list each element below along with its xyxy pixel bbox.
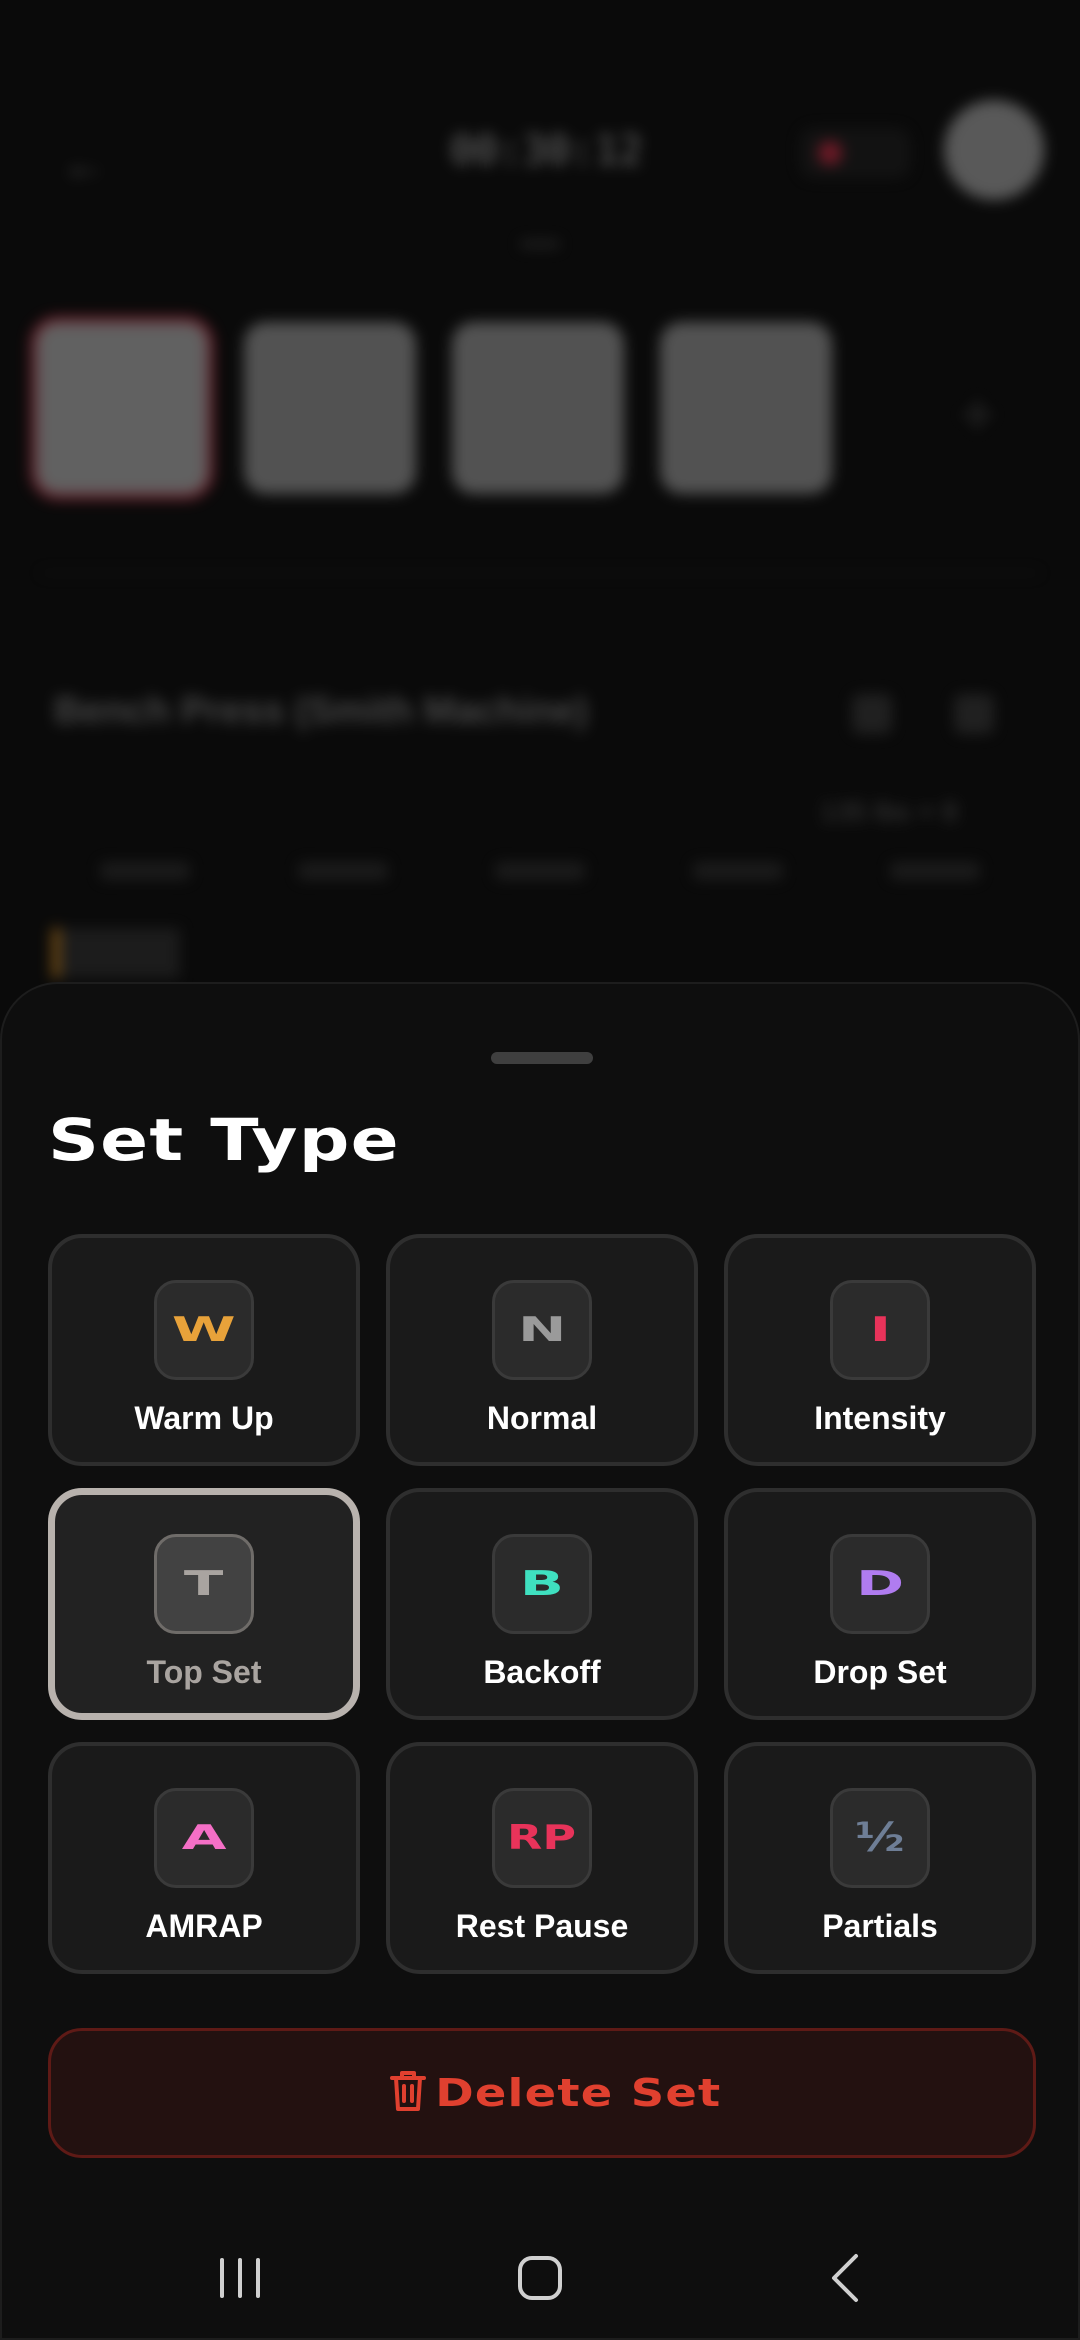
set-type-backoff[interactable]: B Backoff: [386, 1488, 698, 1720]
set-type-warm-up[interactable]: W Warm Up: [48, 1234, 360, 1466]
set-type-normal[interactable]: N Normal: [386, 1234, 698, 1466]
intensity-icon: I: [830, 1280, 930, 1380]
page-indicator: [520, 240, 560, 248]
trash-icon: [389, 2069, 427, 2118]
exercise-title: Bench Press (Smith Machine): [54, 690, 589, 732]
delete-set-label: Delete Set: [434, 2071, 722, 2115]
set-type-label: Normal: [486, 1400, 598, 1436]
exercise-thumbnail: [660, 322, 832, 494]
amrap-icon: A: [154, 1788, 254, 1888]
back-arrow-icon: ←: [62, 140, 106, 189]
recording-badge: [800, 128, 910, 178]
add-exercise-icon: +: [960, 381, 996, 448]
sheet-drag-handle[interactable]: [491, 1052, 593, 1064]
exercise-thumbnail: [244, 322, 416, 494]
sheet-title: Set Type: [48, 1106, 400, 1174]
table-row: [46, 928, 1026, 988]
info-icon: [852, 694, 892, 734]
workout-timer: 00:30:12: [450, 128, 643, 174]
exercise-thumbnail: [36, 322, 208, 494]
rest-pause-icon: RP: [492, 1788, 592, 1888]
avatar: [944, 100, 1044, 200]
set-table-header: [100, 862, 980, 880]
set-type-sheet: Set Type W Warm Up N Normal I Intensity …: [0, 982, 1080, 2340]
more-icon: [954, 694, 994, 734]
exercise-subtitle: 135 lbs × 8: [820, 796, 958, 827]
set-type-label: Intensity: [814, 1400, 946, 1436]
set-type-label: Rest Pause: [455, 1908, 629, 1944]
set-type-label: Backoff: [483, 1654, 601, 1690]
set-type-label: Partials: [822, 1908, 938, 1944]
set-type-intensity[interactable]: I Intensity: [724, 1234, 1036, 1466]
home-icon[interactable]: [500, 2248, 580, 2308]
set-type-drop-set[interactable]: D Drop Set: [724, 1488, 1036, 1720]
set-type-label: Top Set: [146, 1654, 262, 1690]
backoff-icon: B: [492, 1534, 592, 1634]
set-type-rest-pause[interactable]: RP Rest Pause: [386, 1742, 698, 1974]
normal-icon: N: [492, 1280, 592, 1380]
set-type-label: Warm Up: [134, 1400, 274, 1436]
divider: [40, 572, 1040, 574]
set-type-amrap[interactable]: A AMRAP: [48, 1742, 360, 1974]
warm-up-icon: W: [154, 1280, 254, 1380]
partials-icon: ½: [830, 1788, 930, 1888]
system-nav-bar: [0, 2210, 1080, 2340]
recent-apps-icon[interactable]: [200, 2248, 280, 2308]
delete-set-button[interactable]: Delete Set: [48, 2028, 1036, 2158]
set-type-partials[interactable]: ½ Partials: [724, 1742, 1036, 1974]
background-app: ← 00:30:12 + Bench Press (Smith Machine)…: [0, 0, 1080, 1100]
exercise-thumbnails: [36, 322, 832, 494]
set-type-top-set[interactable]: T Top Set: [48, 1488, 360, 1720]
drop-set-icon: D: [830, 1534, 930, 1634]
back-icon[interactable]: [804, 2248, 884, 2308]
set-type-label: Drop Set: [813, 1654, 947, 1690]
set-type-grid: W Warm Up N Normal I Intensity T Top Set…: [48, 1234, 1036, 1974]
exercise-thumbnail: [452, 322, 624, 494]
top-set-icon: T: [154, 1534, 254, 1634]
set-type-label: AMRAP: [145, 1908, 263, 1944]
